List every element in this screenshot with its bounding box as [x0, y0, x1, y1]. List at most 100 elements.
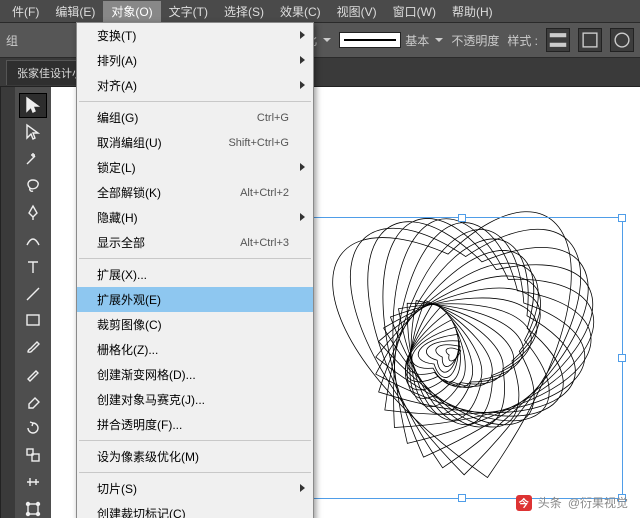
- transform-button[interactable]: [578, 28, 602, 52]
- menu-type[interactable]: 文字(T): [161, 1, 216, 22]
- submenu-arrow-icon: [300, 56, 305, 64]
- selection-handle[interactable]: [618, 354, 626, 362]
- menu-item[interactable]: 显示全部 Alt+Ctrl+3: [77, 230, 313, 255]
- selection-handle[interactable]: [618, 214, 626, 222]
- magic-wand-tool[interactable]: [19, 147, 47, 172]
- menu-separator: [79, 101, 311, 102]
- menu-item-label: 扩展(X)...: [97, 266, 147, 283]
- menu-item[interactable]: 栅格化(Z)...: [77, 337, 313, 362]
- selection-handle[interactable]: [458, 494, 466, 502]
- menu-view[interactable]: 视图(V): [329, 1, 385, 22]
- menu-item-label: 设为像素级优化(M): [97, 448, 199, 465]
- menu-item-label: 创建渐变网格(D)...: [97, 366, 196, 383]
- submenu-arrow-icon: [300, 163, 305, 171]
- selection-handle[interactable]: [458, 214, 466, 222]
- rotate-tool[interactable]: [19, 416, 47, 441]
- menu-item-shortcut: Alt+Ctrl+2: [240, 187, 289, 199]
- free-transform-tool[interactable]: [19, 496, 47, 518]
- menu-item-label: 扩展外观(E): [97, 291, 161, 308]
- chevron-down-icon: [323, 38, 331, 42]
- menu-item[interactable]: 创建裁切标记(C): [77, 501, 313, 518]
- menu-item-label: 全部解锁(K): [97, 184, 161, 201]
- menu-item-label: 切片(S): [97, 480, 137, 497]
- paintbrush-tool[interactable]: [19, 335, 47, 360]
- menu-separator: [79, 258, 311, 259]
- menu-item-label: 显示全部: [97, 234, 145, 251]
- object-menu-dropdown: 变换(T) 排列(A) 对齐(A) 编组(G) Ctrl+G 取消编组(U) Shift+C…: [76, 22, 314, 518]
- menu-item[interactable]: 拼合透明度(F)...: [77, 412, 313, 437]
- menu-item-label: 对齐(A): [97, 77, 137, 94]
- stroke-sample-icon: [339, 32, 401, 48]
- direct-selection-tool[interactable]: [19, 120, 47, 145]
- menu-item-label: 裁剪图像(C): [97, 316, 162, 333]
- menu-item[interactable]: 隐藏(H): [77, 205, 313, 230]
- width-tool[interactable]: [19, 469, 47, 494]
- menu-item[interactable]: 创建对象马赛克(J)...: [77, 387, 313, 412]
- menu-item-label: 栅格化(Z)...: [97, 341, 158, 358]
- scale-tool[interactable]: [19, 442, 47, 467]
- submenu-arrow-icon: [300, 484, 305, 492]
- menu-item[interactable]: 设为像素级优化(M): [77, 444, 313, 469]
- submenu-arrow-icon: [300, 81, 305, 89]
- menu-object[interactable]: 对象(O): [103, 1, 160, 22]
- menu-item-label: 排列(A): [97, 52, 137, 69]
- isolate-button[interactable]: [610, 28, 634, 52]
- watermark-logo-icon: 今: [516, 495, 532, 511]
- menu-item[interactable]: 裁剪图像(C): [77, 312, 313, 337]
- menu-item[interactable]: 创建渐变网格(D)...: [77, 362, 313, 387]
- type-tool[interactable]: [19, 254, 47, 279]
- selection-tool[interactable]: [19, 93, 47, 118]
- menu-item[interactable]: 切片(S): [77, 476, 313, 501]
- menu-item[interactable]: 排列(A): [77, 48, 313, 73]
- menu-item[interactable]: 扩展(X)...: [77, 262, 313, 287]
- tool-panel: [15, 87, 51, 518]
- menu-help[interactable]: 帮助(H): [444, 1, 501, 22]
- rectangle-tool[interactable]: [19, 308, 47, 333]
- menu-item-shortcut: Shift+Ctrl+G: [228, 137, 289, 149]
- menu-item-label: 拼合透明度(F)...: [97, 416, 182, 433]
- menu-item[interactable]: 取消编组(U) Shift+Ctrl+G: [77, 130, 313, 155]
- menu-edit[interactable]: 编辑(E): [47, 1, 103, 22]
- menu-file[interactable]: 件(F): [4, 1, 47, 22]
- menu-select[interactable]: 选择(S): [216, 1, 272, 22]
- menu-item-label: 编组(G): [97, 109, 138, 126]
- curvature-tool[interactable]: [19, 227, 47, 252]
- lasso-tool[interactable]: [19, 174, 47, 199]
- group-label: 组: [6, 32, 18, 49]
- menu-item-label: 锁定(L): [97, 159, 136, 176]
- menu-separator: [79, 440, 311, 441]
- menu-item-label: 隐藏(H): [97, 209, 138, 226]
- menu-separator: [79, 472, 311, 473]
- menu-item[interactable]: 编组(G) Ctrl+G: [77, 105, 313, 130]
- menu-item[interactable]: 变换(T): [77, 23, 313, 48]
- menu-effect[interactable]: 效果(C): [272, 1, 329, 22]
- submenu-arrow-icon: [300, 213, 305, 221]
- line-tool[interactable]: [19, 281, 47, 306]
- eraser-tool[interactable]: [19, 389, 47, 414]
- menu-item-label: 创建裁切标记(C): [97, 505, 186, 518]
- align-button[interactable]: [546, 28, 570, 52]
- menu-item-label: 变换(T): [97, 27, 136, 44]
- menu-bar: 件(F) 编辑(E) 对象(O) 文字(T) 选择(S) 效果(C) 视图(V)…: [0, 0, 640, 23]
- menu-item-shortcut: Alt+Ctrl+3: [240, 237, 289, 249]
- menu-item-label: 取消编组(U): [97, 134, 162, 151]
- pencil-tool[interactable]: [19, 362, 47, 387]
- menu-item-label: 创建对象马赛克(J)...: [97, 391, 205, 408]
- stroke-style-dropdown[interactable]: 基本: [339, 32, 443, 49]
- menu-window[interactable]: 窗口(W): [385, 1, 444, 22]
- menu-item[interactable]: 扩展外观(E): [77, 287, 313, 312]
- watermark-author: @衍果视觉: [568, 494, 628, 511]
- selection-bounding-box: [301, 217, 623, 499]
- watermark: 今 头条 @衍果视觉: [516, 494, 628, 511]
- menu-item[interactable]: 全部解锁(K) Alt+Ctrl+2: [77, 180, 313, 205]
- chevron-down-icon: [435, 38, 443, 42]
- left-panel-strip[interactable]: [0, 87, 15, 518]
- opacity-label: 不透明度: [451, 32, 499, 49]
- style-label: 样式 :: [507, 32, 538, 49]
- menu-item[interactable]: 锁定(L): [77, 155, 313, 180]
- submenu-arrow-icon: [300, 31, 305, 39]
- watermark-prefix: 头条: [538, 494, 562, 511]
- pen-tool[interactable]: [19, 201, 47, 226]
- menu-item-shortcut: Ctrl+G: [257, 112, 289, 124]
- menu-item[interactable]: 对齐(A): [77, 73, 313, 98]
